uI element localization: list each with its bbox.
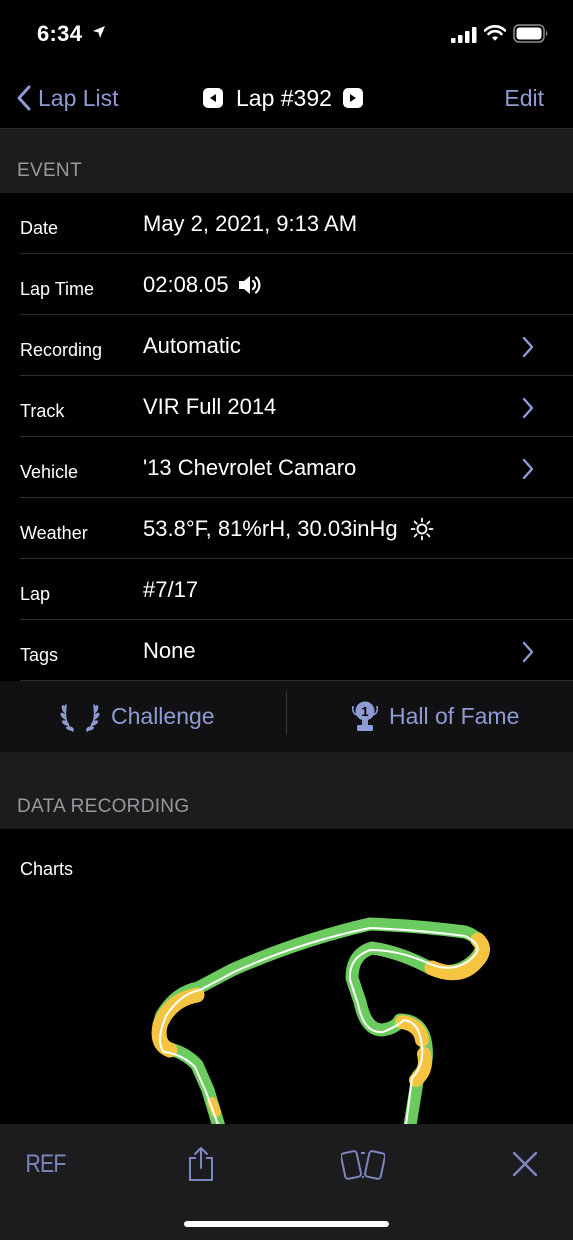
- navigation-bar: Lap List Lap #392 Edit: [0, 68, 573, 129]
- lap-number-value: #7/17: [143, 577, 199, 602]
- event-section-title: EVENT: [17, 160, 82, 181]
- row-value: '13 Chevrolet Camaro: [143, 455, 356, 481]
- row-label: Recording: [20, 340, 103, 360]
- chevron-left-icon: [17, 85, 31, 111]
- track-map[interactable]: [0, 890, 573, 1125]
- chevron-right-icon: [522, 336, 534, 358]
- challenge-label: Challenge: [111, 703, 215, 729]
- row-value: VIR Full 2014: [143, 394, 276, 420]
- status-time: 6:34: [37, 21, 83, 46]
- row-lap-time[interactable]: Lap Time 02:08.05: [0, 254, 573, 315]
- recording-value: Automatic: [143, 333, 241, 358]
- wifi-icon: [483, 24, 507, 47]
- hall-of-fame-label: Hall of Fame: [389, 703, 520, 729]
- share-icon: [189, 1147, 213, 1181]
- row-value: 53.8°F, 81%rH, 30.03inHg: [143, 516, 434, 542]
- row-vehicle[interactable]: Vehicle '13 Chevrolet Camaro: [0, 437, 573, 498]
- vehicle-value: '13 Chevrolet Camaro: [143, 455, 357, 480]
- data-recording-section-title: DATA RECORDING: [17, 796, 190, 817]
- action-divider: [286, 691, 287, 735]
- next-lap-button[interactable]: [342, 88, 363, 108]
- event-section-header: EVENT: [0, 129, 573, 193]
- weather-value: 53.8°F, 81%rH, 30.03inHg: [143, 516, 398, 541]
- lap-navigator: Lap #392: [203, 81, 363, 115]
- row-label: Lap: [20, 584, 51, 604]
- trophy-icon: 1: [352, 701, 378, 731]
- battery-icon: [513, 24, 549, 48]
- challenge-button[interactable]: Challenge: [60, 681, 215, 752]
- row-value: #7/17: [143, 577, 198, 603]
- share-button[interactable]: [184, 1144, 218, 1184]
- row-label: Weather: [20, 523, 88, 543]
- chevron-right-icon: [522, 641, 534, 663]
- lap-time-value: 02:08.05: [143, 272, 229, 297]
- row-tags[interactable]: Tags None: [0, 620, 573, 681]
- data-recording-section-header: DATA RECORDING: [0, 752, 573, 829]
- trophy-badge-number: 1: [361, 704, 368, 719]
- close-button[interactable]: [508, 1144, 542, 1184]
- row-weather: Weather 53.8°F, 81%rH, 30.03inHg: [0, 498, 573, 559]
- triangle-left-icon: [210, 94, 216, 102]
- row-label: Track: [20, 401, 65, 421]
- row-label: Date: [20, 218, 59, 238]
- reference-lap-button[interactable]: REF: [24, 1144, 66, 1184]
- speaker-icon[interactable]: [237, 273, 263, 297]
- track-value: VIR Full 2014: [143, 394, 277, 419]
- action-bar: Challenge 1 Hall of Fame: [0, 681, 573, 752]
- edit-button[interactable]: Edit: [504, 81, 544, 115]
- page-title: Lap #392: [236, 84, 332, 111]
- row-label: Lap Time: [20, 279, 95, 299]
- triangle-right-icon: [349, 94, 356, 102]
- cellular-signal-icon: [451, 27, 477, 48]
- event-list: Date May 2, 2021, 9:13 AM Lap Time 02:08…: [0, 193, 573, 681]
- chevron-right-icon: [522, 458, 534, 480]
- previous-lap-button[interactable]: [203, 88, 223, 108]
- row-value: None: [143, 638, 196, 664]
- bottom-toolbar: REF: [0, 1124, 573, 1240]
- row-value: May 2, 2021, 9:13 AM: [143, 211, 357, 237]
- row-label: Vehicle: [20, 462, 79, 482]
- row-track[interactable]: Track VIR Full 2014: [0, 376, 573, 437]
- close-icon: [512, 1151, 538, 1177]
- ref-label: REF: [25, 1149, 66, 1178]
- compare-devices-button[interactable]: [340, 1144, 386, 1184]
- row-label: Tags: [20, 645, 59, 665]
- row-date: Date May 2, 2021, 9:13 AM: [0, 193, 573, 254]
- racing-line: [159, 927, 479, 1125]
- status-bar: 6:34: [0, 0, 573, 68]
- location-arrow-icon: [92, 25, 106, 44]
- home-indicator[interactable]: [184, 1221, 389, 1227]
- back-button-label: Lap List: [38, 84, 119, 111]
- row-lap: Lap #7/17: [0, 559, 573, 620]
- charts-label: Charts: [20, 859, 74, 879]
- hall-of-fame-button[interactable]: 1 Hall of Fame: [352, 681, 519, 752]
- row-value: 02:08.05: [143, 272, 263, 298]
- dual-phone-icon: [341, 1150, 385, 1180]
- back-to-lap-list-button[interactable]: Lap List: [16, 81, 119, 115]
- date-value: May 2, 2021, 9:13 AM: [143, 211, 358, 236]
- laurel-wreath-icon: [60, 703, 100, 732]
- row-value: Automatic: [143, 333, 241, 359]
- chevron-right-icon: [522, 397, 534, 419]
- tags-value: None: [143, 638, 196, 663]
- row-recording[interactable]: Recording Automatic: [0, 315, 573, 376]
- sun-icon: [410, 517, 434, 541]
